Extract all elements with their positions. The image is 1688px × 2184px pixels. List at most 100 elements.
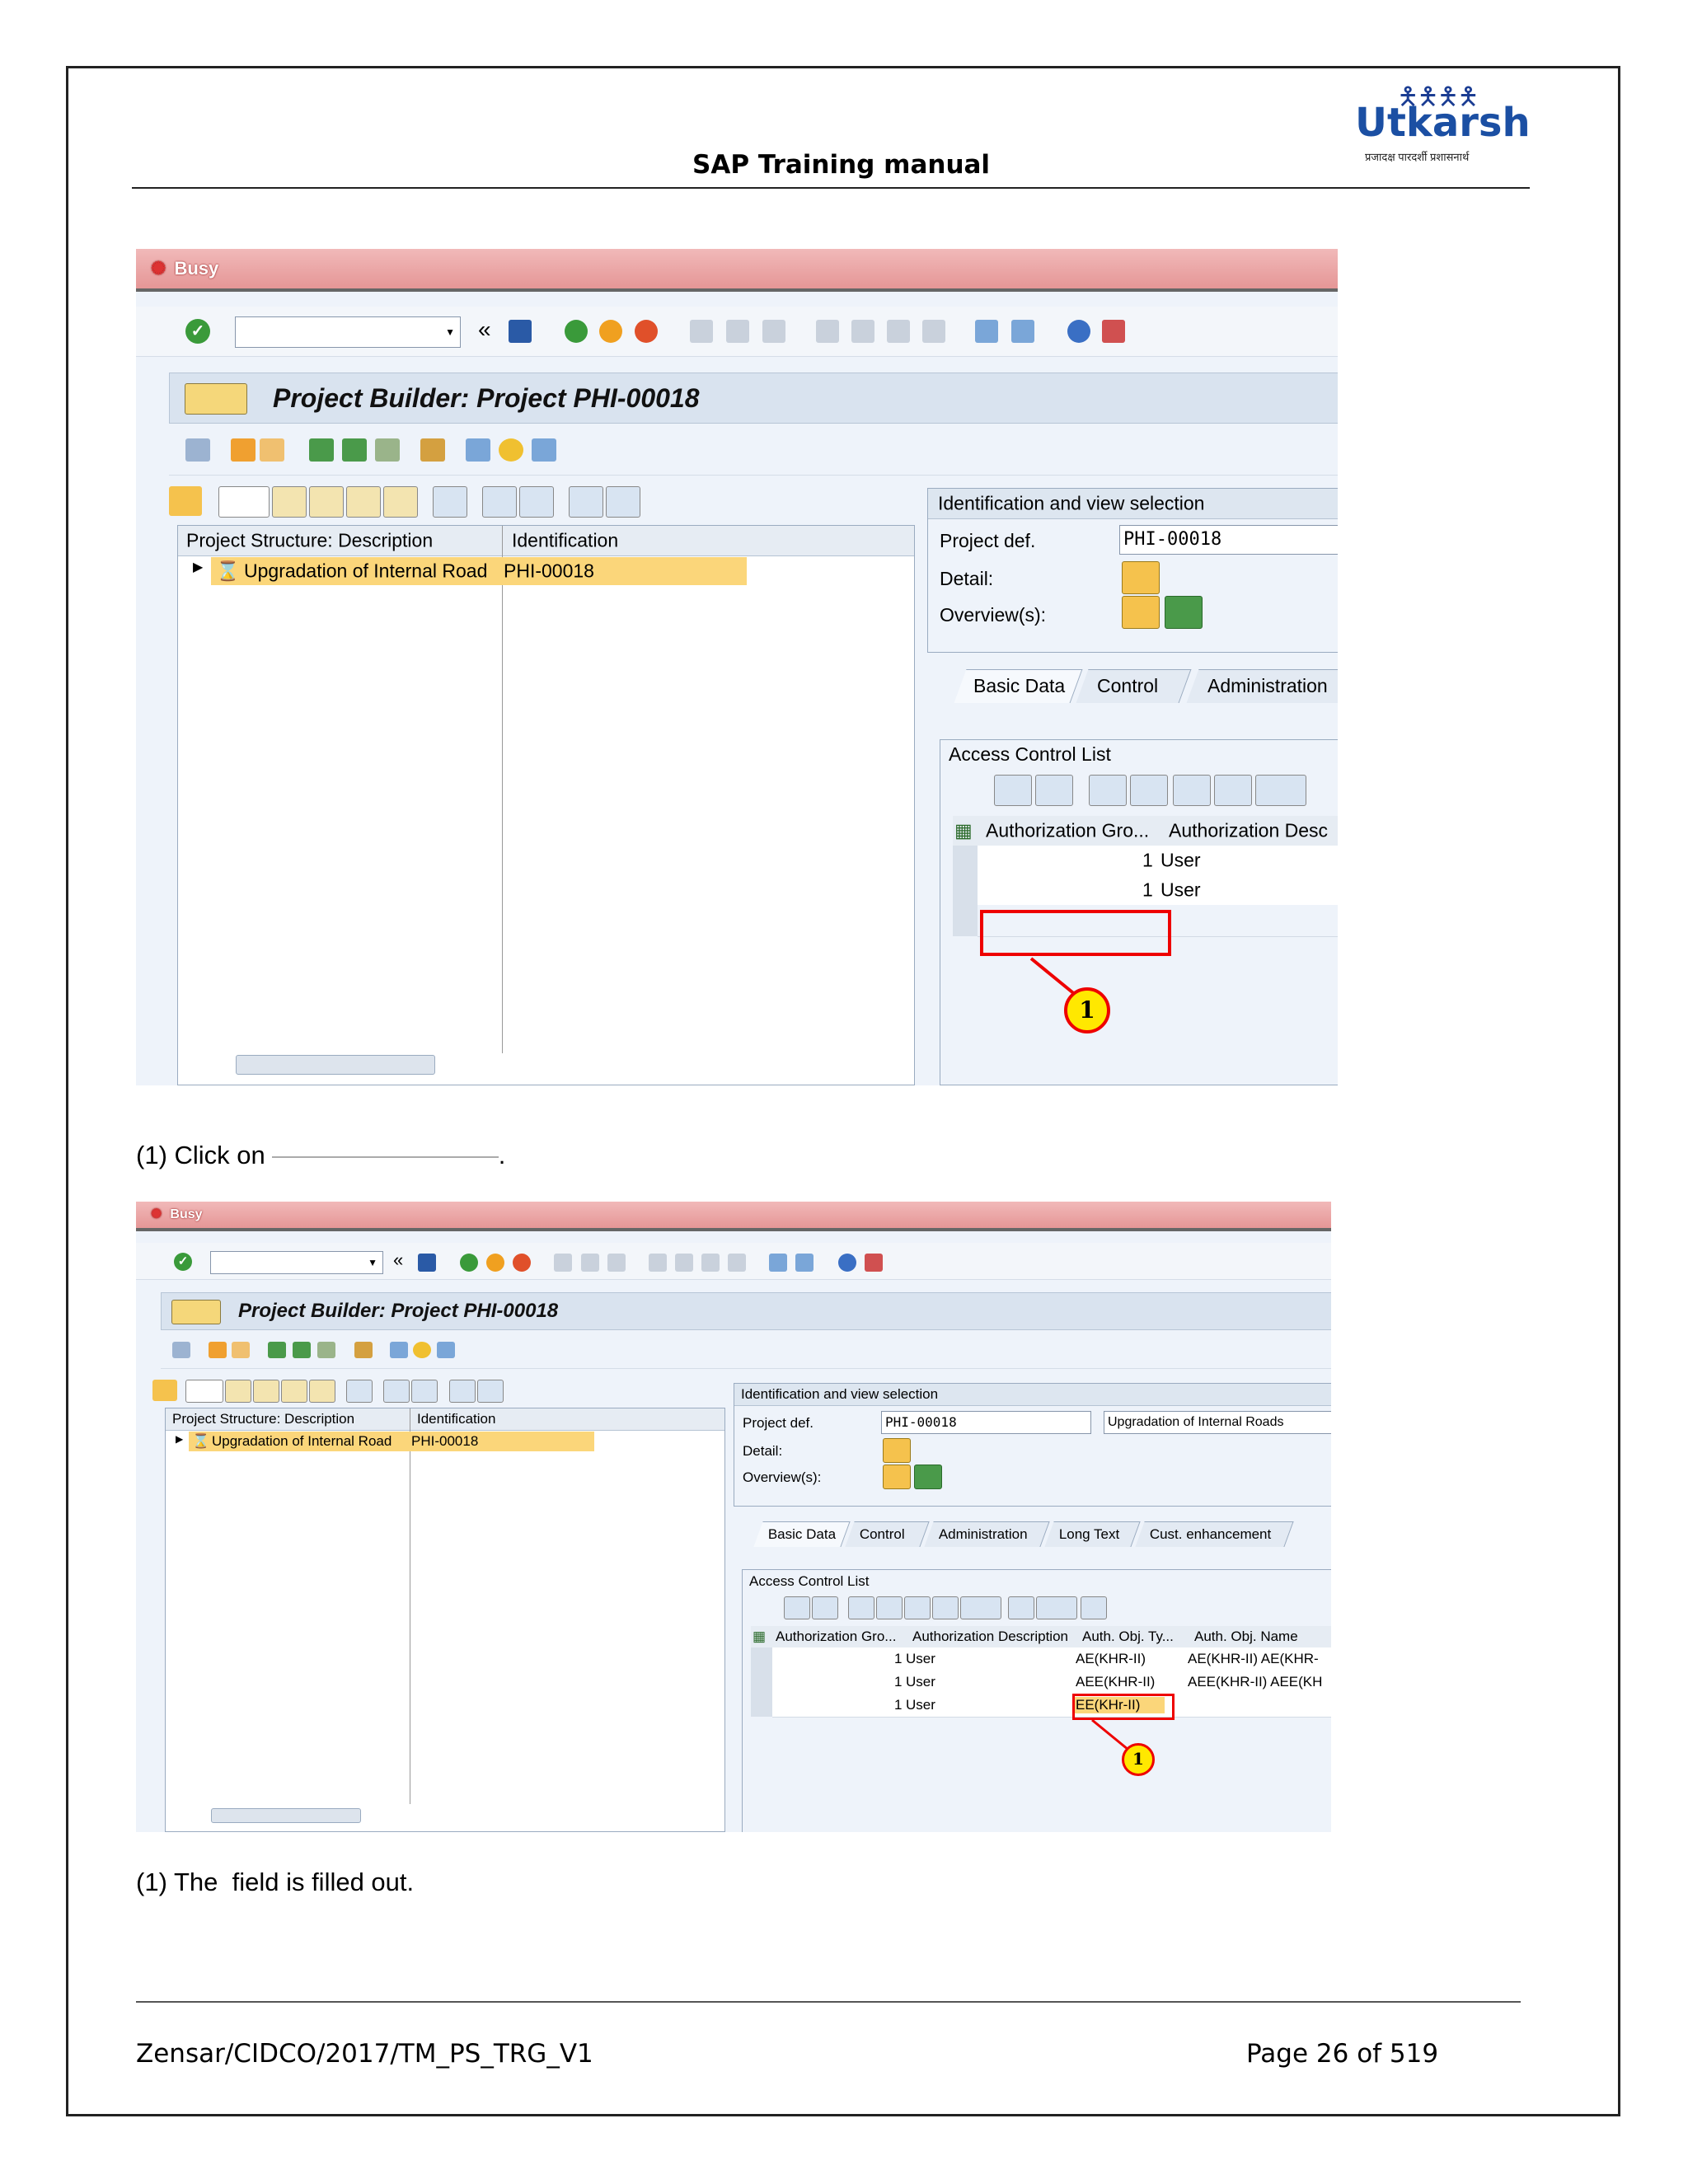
settings-icon[interactable] [185,438,210,462]
exit-icon[interactable] [599,320,622,343]
last-page-icon[interactable] [728,1254,746,1272]
print-icon[interactable] [690,320,713,343]
layout-menu-icon[interactable] [1102,320,1125,343]
collapse-icon[interactable] [477,1380,504,1403]
acl-filter-icon[interactable] [960,1596,1001,1619]
acl-find-icon[interactable] [904,1596,931,1619]
copy-icon[interactable] [253,1380,279,1403]
find-icon[interactable] [581,1254,599,1272]
cut-icon[interactable] [225,1380,251,1403]
previous-object-icon[interactable] [231,438,256,462]
tab-control[interactable]: Control [1076,669,1192,703]
create-icon[interactable] [185,1380,223,1403]
collapse-icon[interactable] [606,486,640,518]
edit-icon[interactable] [466,438,490,462]
project-def-field[interactable]: PHI-00018 [881,1411,1091,1434]
exit-icon[interactable] [486,1254,504,1272]
tab-basic-data[interactable]: Basic Data [954,669,1083,703]
undo-icon[interactable] [309,1380,335,1403]
acl-sort-desc-icon[interactable] [876,1596,903,1619]
application-menu-icon[interactable] [185,383,247,415]
tab-long-text[interactable]: Long Text [1044,1521,1141,1547]
overview-warning-icon[interactable] [883,1465,911,1489]
double-chevron-icon[interactable]: « [393,1249,403,1271]
acl-export-icon[interactable] [1036,1596,1077,1619]
dates-icon[interactable] [499,438,523,462]
application-menu-icon[interactable] [171,1300,221,1324]
shortcut-icon[interactable] [795,1254,814,1272]
acl-find-next-icon[interactable] [932,1596,959,1619]
delete-icon[interactable] [346,1380,373,1403]
next-object-icon[interactable] [260,438,284,462]
command-field[interactable]: ▼ [210,1251,383,1274]
acl-delete-row-icon[interactable] [812,1596,838,1619]
acl-row[interactable]: 1 User EE(KHr-II) [772,1694,1331,1718]
first-page-icon[interactable] [816,320,839,343]
tree-row-project[interactable]: ⌛ Upgradation of Internal Road PHI-00018 [189,1432,594,1451]
acl-insert-row-icon[interactable] [994,775,1032,806]
first-page-icon[interactable] [649,1254,667,1272]
find-next-tree-icon[interactable] [519,486,554,518]
display-icon[interactable] [532,438,556,462]
save-icon[interactable] [418,1254,436,1272]
command-field[interactable]: ▼ [235,316,461,348]
find-tree-icon[interactable] [383,1380,410,1403]
hierarchy-icon[interactable] [309,438,334,462]
acl-sort-asc-icon[interactable] [848,1596,874,1619]
expand-arrow-icon[interactable]: ▶ [193,559,203,575]
enter-check-icon[interactable]: ✓ [185,319,210,344]
structure-icon[interactable] [342,438,367,462]
tree-row-project[interactable]: ⌛ Upgradation of Internal Road PHI-00018 [211,557,747,585]
project-def-field[interactable]: PHI-00018 [1119,525,1338,555]
acl-table-settings-icon[interactable]: ▦ [753,1629,766,1645]
cancel-icon[interactable] [513,1254,531,1272]
shortcut-icon[interactable] [1011,320,1034,343]
enter-check-icon[interactable]: ✓ [174,1253,192,1271]
find-next-icon[interactable] [607,1254,626,1272]
acl-delete-row-icon[interactable] [1035,775,1073,806]
tab-control[interactable]: Control [845,1521,930,1547]
acl-row-selectors[interactable] [953,846,978,936]
find-next-tree-icon[interactable] [411,1380,438,1403]
find-tree-icon[interactable] [482,486,517,518]
planning-board-icon[interactable] [354,1342,373,1358]
expand-icon[interactable] [449,1380,476,1403]
acl-filter-icon[interactable] [1255,775,1306,806]
double-chevron-icon[interactable]: « [478,316,491,343]
acl-row[interactable]: 1 User [978,875,1338,906]
open-folder-icon[interactable] [152,1380,177,1401]
paste-icon[interactable] [346,486,381,518]
open-folder-icon[interactable] [169,486,202,516]
chevron-down-icon[interactable]: ▼ [368,1257,377,1268]
next-page-icon[interactable] [701,1254,720,1272]
acl-print-icon[interactable] [1008,1596,1034,1619]
structure-icon[interactable] [293,1342,311,1358]
next-object-icon[interactable] [232,1342,250,1358]
tree-horizontal-scrollbar[interactable] [236,1055,435,1075]
overview-warning-icon[interactable] [1122,596,1160,629]
tab-cust-enhancement[interactable]: Cust. enhancement [1135,1521,1294,1547]
hierarchy-icon[interactable] [268,1342,286,1358]
find-next-icon[interactable] [762,320,785,343]
acl-find-next-icon[interactable] [1214,775,1252,806]
chevron-down-icon[interactable]: ▼ [445,326,455,338]
settings-icon[interactable] [172,1342,190,1358]
expand-arrow-icon[interactable]: ▶ [176,1433,183,1445]
help-icon[interactable] [838,1254,856,1272]
cancel-icon[interactable] [635,320,658,343]
planning-board-icon[interactable] [420,438,445,462]
acl-layout-icon[interactable] [1081,1596,1107,1619]
overview-structure-icon[interactable] [1165,596,1203,629]
acl-sort-desc-icon[interactable] [1130,775,1168,806]
acl-row-selectors[interactable] [751,1647,773,1717]
acl-find-icon[interactable] [1173,775,1211,806]
create-icon[interactable] [218,486,270,518]
network-icon[interactable] [375,438,400,462]
save-icon[interactable] [509,320,532,343]
expand-icon[interactable] [569,486,603,518]
cut-icon[interactable] [272,486,307,518]
acl-row[interactable]: 1 User AE(KHR-II) AE(KHR-II) AE(KHR- [772,1647,1331,1671]
help-icon[interactable] [1067,320,1090,343]
display-icon[interactable] [437,1342,455,1358]
previous-page-icon[interactable] [675,1254,693,1272]
